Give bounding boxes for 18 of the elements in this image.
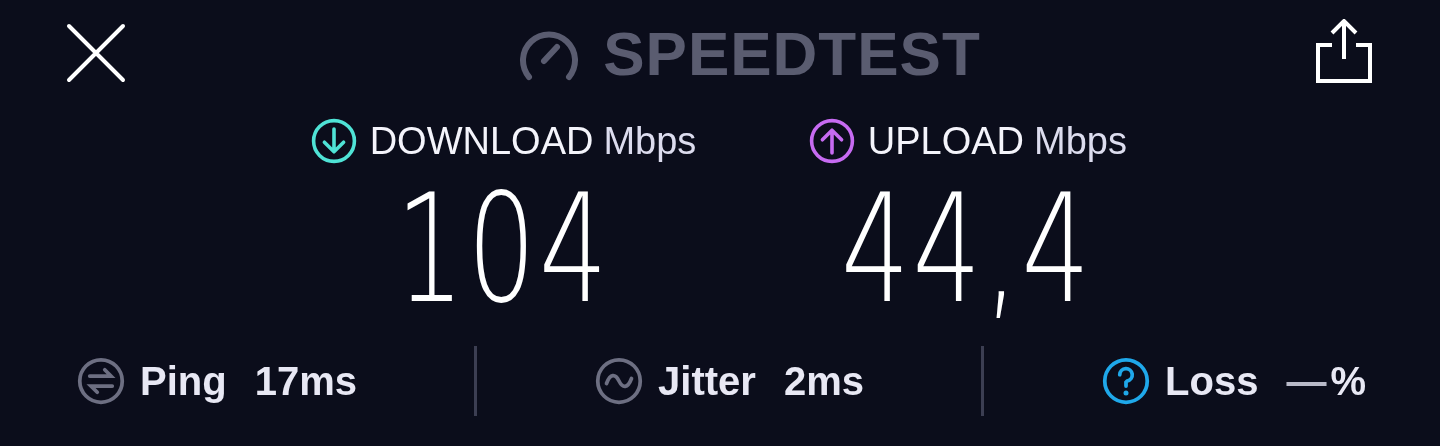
speed-value: 104: [395, 174, 611, 324]
exchange-icon: [76, 356, 126, 406]
metric-label: Ping: [140, 358, 227, 404]
metric-value: 17ms: [254, 358, 357, 404]
unit-label: %: [1330, 358, 1366, 404]
unit-label: Mbps: [603, 119, 697, 163]
wave-icon: [594, 356, 645, 406]
result-label: DOWNLOAD: [369, 119, 594, 163]
unit-label: Mbps: [1034, 119, 1127, 163]
close-icon[interactable]: [66, 23, 126, 83]
metric-label: Jitter: [658, 358, 756, 404]
app-title: SPEEDTEST: [603, 17, 981, 89]
metric-value: —: [1286, 358, 1327, 404]
result-label: UPLOAD: [867, 119, 1025, 163]
help-icon: [1101, 356, 1152, 406]
metric-label: Loss: [1165, 358, 1259, 404]
speed-value: 44,4: [841, 174, 1094, 324]
metric-value: 2ms: [783, 358, 864, 404]
